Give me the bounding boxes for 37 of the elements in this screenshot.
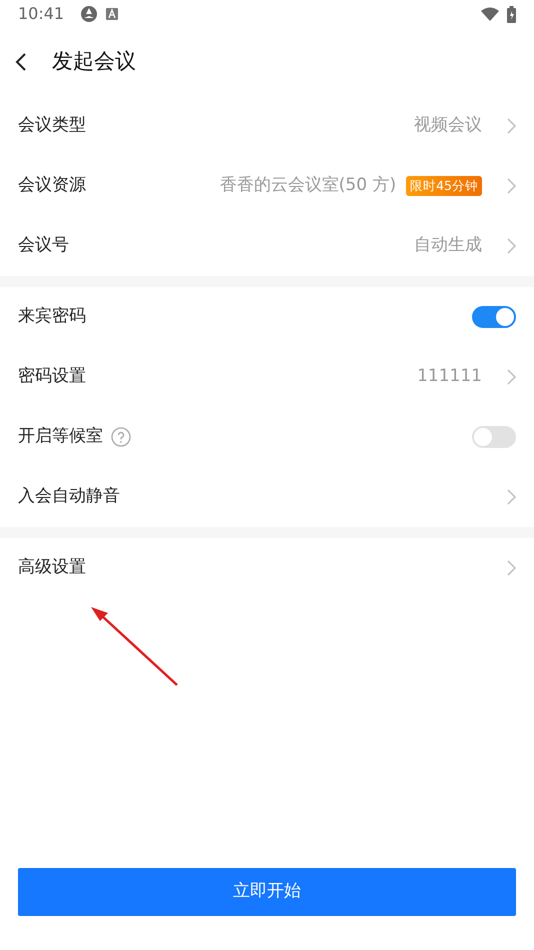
settings-row[interactable]: 会议类型 视频会议 xyxy=(0,96,534,156)
keyboard-icon xyxy=(106,8,118,20)
row-label: 来宾密码 xyxy=(18,305,86,328)
battery-icon xyxy=(507,6,516,22)
chevron-icon xyxy=(506,489,516,505)
sync-icon xyxy=(80,5,98,23)
back-button[interactable] xyxy=(14,52,28,72)
wifi-icon xyxy=(481,7,499,21)
chevron-icon xyxy=(506,369,516,385)
row-label: 入会自动静音 xyxy=(18,485,120,508)
row-value: 自动生成 xyxy=(414,234,482,258)
settings-row[interactable]: 高级设置 xyxy=(0,538,534,598)
settings-row[interactable]: 开启等候室 xyxy=(0,407,534,467)
settings-row[interactable]: 来宾密码 xyxy=(0,287,534,347)
settings-row[interactable]: 会议资源 香香的云会议室(50 方) 限时45分钟 xyxy=(0,156,534,216)
row-value: 视频会议 xyxy=(414,114,482,138)
page-title: 发起会议 xyxy=(52,48,136,76)
settings-row[interactable]: 入会自动静音 xyxy=(0,467,534,527)
row-label: 密码设置 xyxy=(18,365,86,388)
status-time: 10:41 xyxy=(18,3,64,25)
start-button[interactable]: 立即开始 xyxy=(18,868,516,916)
row-label: 开启等候室 xyxy=(18,425,103,448)
toggle-switch[interactable] xyxy=(472,306,516,328)
row-label: 高级设置 xyxy=(18,556,86,580)
time-limit-badge: 限时45分钟 xyxy=(406,176,482,196)
toggle-switch[interactable] xyxy=(472,426,516,448)
chevron-icon xyxy=(506,238,516,254)
row-label: 会议类型 xyxy=(18,114,86,138)
chevron-icon xyxy=(506,560,516,576)
chevron-icon xyxy=(506,178,516,194)
settings-row[interactable]: 密码设置 111111 xyxy=(0,347,534,407)
settings-row[interactable]: 会议号 自动生成 xyxy=(0,216,534,276)
chevron-icon xyxy=(506,118,516,134)
row-label: 会议号 xyxy=(18,234,69,258)
row-label: 会议资源 xyxy=(18,174,86,198)
row-value: 香香的云会议室(50 方) xyxy=(220,174,396,198)
row-value: 111111 xyxy=(417,365,482,388)
